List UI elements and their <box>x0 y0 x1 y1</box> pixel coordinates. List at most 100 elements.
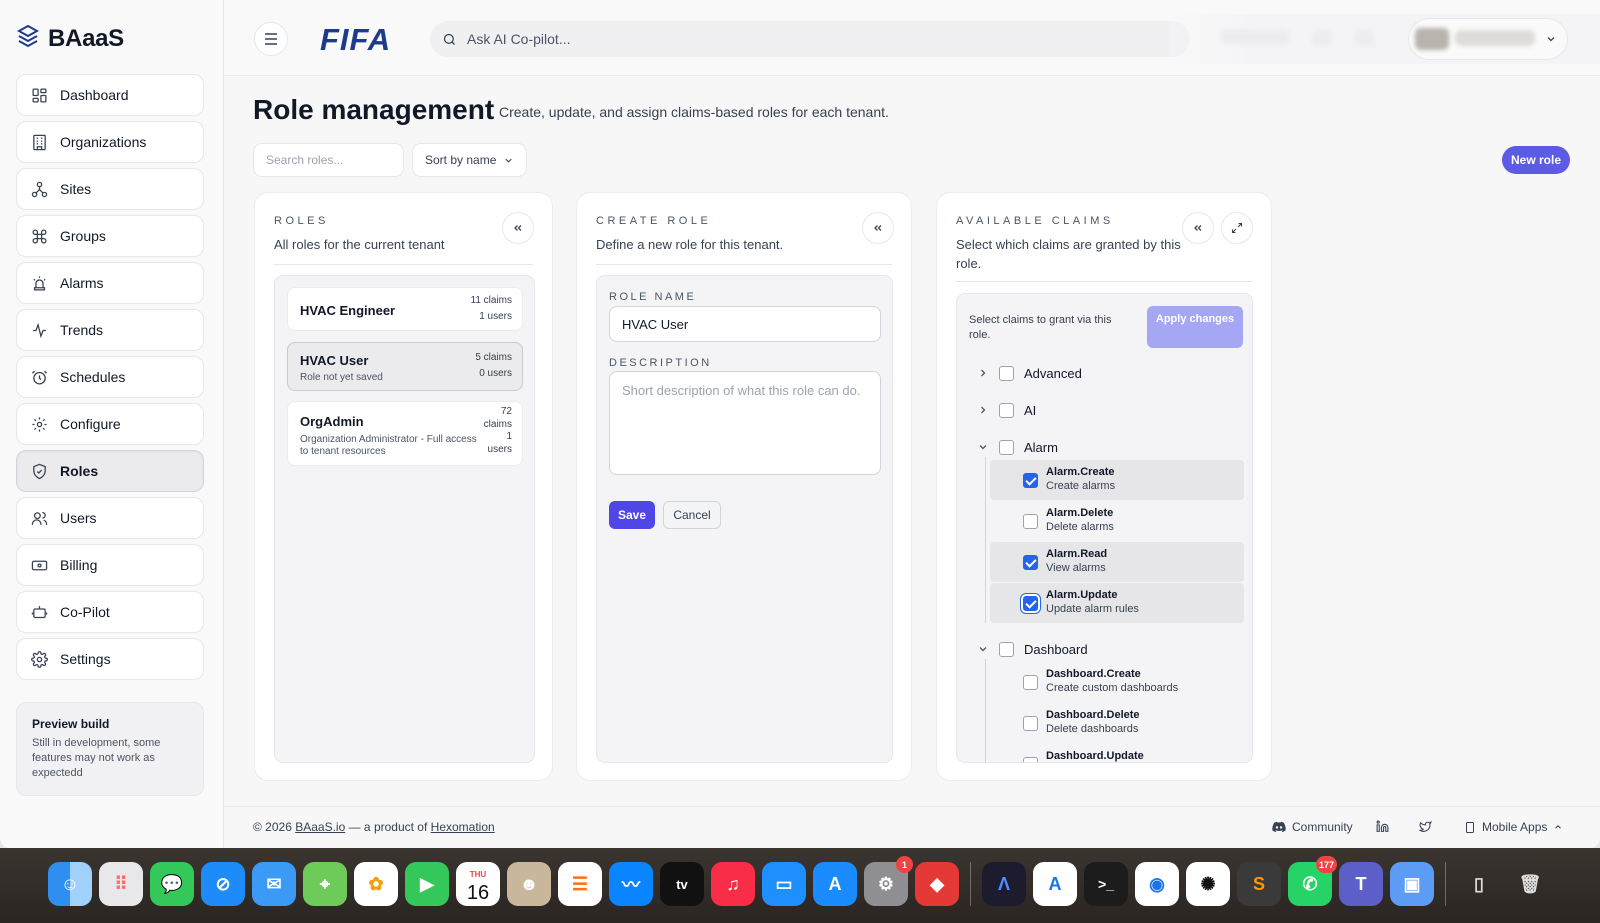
search-roles-input[interactable]: Search roles... <box>253 143 404 177</box>
sidebar-item-alarms[interactable]: Alarms <box>16 262 204 304</box>
contacts-icon[interactable]: ☻ <box>507 862 551 906</box>
claim-dashboard-update[interactable]: Dashboard.Update <box>990 744 1244 762</box>
description-textarea[interactable]: Short description of what this role can … <box>609 371 881 475</box>
chevron-right-icon[interactable] <box>977 367 989 379</box>
mobile-apps-link[interactable]: Mobile Apps <box>1464 820 1563 834</box>
baaas-link[interactable]: BAaaS.io <box>295 820 345 834</box>
community-link[interactable]: Community <box>1272 820 1353 834</box>
sidebar-item-sites[interactable]: Sites <box>16 168 204 210</box>
copilot-search[interactable]: Ask AI Co-pilot... <box>430 21 1190 57</box>
linkedin-link[interactable] <box>1376 820 1389 833</box>
claim-alarm-delete[interactable]: Alarm.Delete Delete alarms <box>990 501 1244 541</box>
claim-dashboard-create[interactable]: Dashboard.Create Create custom dashboard… <box>990 662 1244 702</box>
sidebar-item-settings[interactable]: Settings <box>16 638 204 680</box>
claim-checkbox[interactable] <box>1023 473 1038 488</box>
claim-alarm-update[interactable]: Alarm.Update Update alarm rules <box>990 583 1244 623</box>
launchpad-icon[interactable]: ⠿ <box>99 862 143 906</box>
claim-alarm-read[interactable]: Alarm.Read View alarms <box>990 542 1244 582</box>
trash-icon[interactable]: 🗑 <box>1508 862 1552 906</box>
mail-icon[interactable]: ✉ <box>252 862 296 906</box>
group-checkbox[interactable] <box>999 365 1014 381</box>
chevron-right-icon[interactable] <box>977 404 989 416</box>
new-role-button[interactable]: New role <box>1502 146 1570 174</box>
role-name-input[interactable]: HVAC User <box>609 306 881 342</box>
group-checkbox[interactable] <box>999 402 1014 418</box>
collapse-roles-button[interactable] <box>502 212 534 244</box>
openai-icon[interactable]: ✺ <box>1186 862 1230 906</box>
brand[interactable]: BAaaS <box>16 24 124 53</box>
system-settings-icon[interactable]: ⚙ 1 <box>864 856 913 906</box>
description-label: DESCRIPTION <box>609 357 712 369</box>
role-card-hvac-user[interactable]: HVAC User Role not yet saved 5 claims 0 … <box>287 342 523 391</box>
claim-group-alarm[interactable]: Alarm <box>977 437 1058 457</box>
sidebar-item-groups[interactable]: Groups <box>16 215 204 257</box>
sublime-icon[interactable]: S <box>1237 862 1281 906</box>
group-checkbox[interactable] <box>999 439 1014 455</box>
maps-icon[interactable]: ⌖ <box>303 862 347 906</box>
tv-icon[interactable]: tv <box>660 862 704 906</box>
claim-group-dashboard[interactable]: Dashboard <box>977 639 1088 659</box>
red-app-icon[interactable]: ◆ <box>915 862 959 906</box>
sidebar-item-billing[interactable]: Billing <box>16 544 204 586</box>
claim-checkbox[interactable] <box>1023 716 1038 731</box>
sidebar-item-organizations[interactable]: Organizations <box>16 121 204 163</box>
sidebar-item-trends[interactable]: Trends <box>16 309 204 351</box>
role-card-hvac-engineer[interactable]: HVAC Engineer 11 claims 1 users <box>287 287 523 331</box>
chrome-icon[interactable]: ◉ <box>1135 862 1179 906</box>
claim-checkbox[interactable] <box>1023 514 1038 529</box>
sidebar-item-label: Configure <box>60 416 121 432</box>
claim-dashboard-delete[interactable]: Dashboard.Delete Delete dashboards <box>990 703 1244 743</box>
sidebar-item-users[interactable]: Users <box>16 497 204 539</box>
facetime-icon[interactable]: ▶ <box>405 862 449 906</box>
claim-alarm-create[interactable]: Alarm.Create Create alarms <box>990 460 1244 500</box>
safari-icon[interactable]: ⊘ <box>201 862 245 906</box>
group-checkbox[interactable] <box>999 641 1014 657</box>
menu-button[interactable] <box>254 22 288 56</box>
music-icon[interactable]: ♫ <box>711 862 755 906</box>
finder-alt-icon[interactable]: ▣ <box>1390 862 1434 906</box>
expand-claims-button[interactable] <box>1221 212 1253 244</box>
sidebar-item-dashboard[interactable]: Dashboard <box>16 74 204 116</box>
finder-icon[interactable]: ☺ <box>48 862 92 906</box>
sort-select[interactable]: Sort by name <box>412 143 527 177</box>
hexomation-link[interactable]: Hexomation <box>431 820 495 834</box>
vector-app-icon[interactable]: Λ <box>982 862 1026 906</box>
role-card-orgadmin[interactable]: OrgAdmin Organization Administrator - Fu… <box>287 401 523 466</box>
freeform-icon[interactable]: 〰 <box>609 862 653 906</box>
collapse-claims-button[interactable] <box>1182 212 1214 244</box>
cancel-button[interactable]: Cancel <box>663 501 721 529</box>
chevron-down-icon[interactable] <box>977 441 989 453</box>
phone-mirror-icon[interactable]: ▯ <box>1457 862 1501 906</box>
chevron-down-icon[interactable] <box>977 643 989 655</box>
claim-checkbox[interactable] <box>1023 596 1038 611</box>
user-menu[interactable] <box>1408 18 1568 60</box>
claim-checkbox[interactable] <box>1023 757 1038 762</box>
terminal-icon[interactable]: >_ <box>1084 862 1128 906</box>
claim-group-advanced[interactable]: Advanced <box>977 363 1082 383</box>
tenant-logo[interactable]: FIFA <box>320 22 391 58</box>
reminders-icon[interactable]: ☰ <box>558 862 602 906</box>
claim-checkbox[interactable] <box>1023 555 1038 570</box>
messages-icon[interactable]: 💬 <box>150 862 194 906</box>
save-button[interactable]: Save <box>609 501 655 529</box>
twitter-link[interactable] <box>1419 820 1432 833</box>
claim-group-ai[interactable]: AI <box>977 400 1036 420</box>
sidebar-item-schedules[interactable]: Schedules <box>16 356 204 398</box>
photos-icon[interactable]: ✿ <box>354 862 398 906</box>
sidebar-item-roles[interactable]: Roles <box>16 450 204 492</box>
teams-icon[interactable]: T <box>1339 862 1383 906</box>
calendar-icon[interactable]: THU 16 <box>456 862 500 906</box>
sidebar-item-configure[interactable]: Configure <box>16 403 204 445</box>
whatsapp-icon[interactable]: ✆ 177 <box>1288 856 1337 906</box>
collapse-create-button[interactable] <box>862 212 894 244</box>
group-label: AI <box>1024 402 1037 418</box>
keynote-icon[interactable]: ▭ <box>762 862 806 906</box>
claim-checkbox[interactable] <box>1023 675 1038 690</box>
trend-icon <box>33 322 46 338</box>
apply-changes-button[interactable]: Apply changes <box>1147 306 1243 348</box>
sidebar-item-co-pilot[interactable]: Co-Pilot <box>16 591 204 633</box>
sidebar: BAaaS Dashboard Organizations Sites Grou… <box>0 0 224 848</box>
claim-name: Dashboard.Update <box>1046 750 1144 762</box>
xcode-icon[interactable]: A <box>1033 862 1077 906</box>
app-store-icon[interactable]: A <box>813 862 857 906</box>
